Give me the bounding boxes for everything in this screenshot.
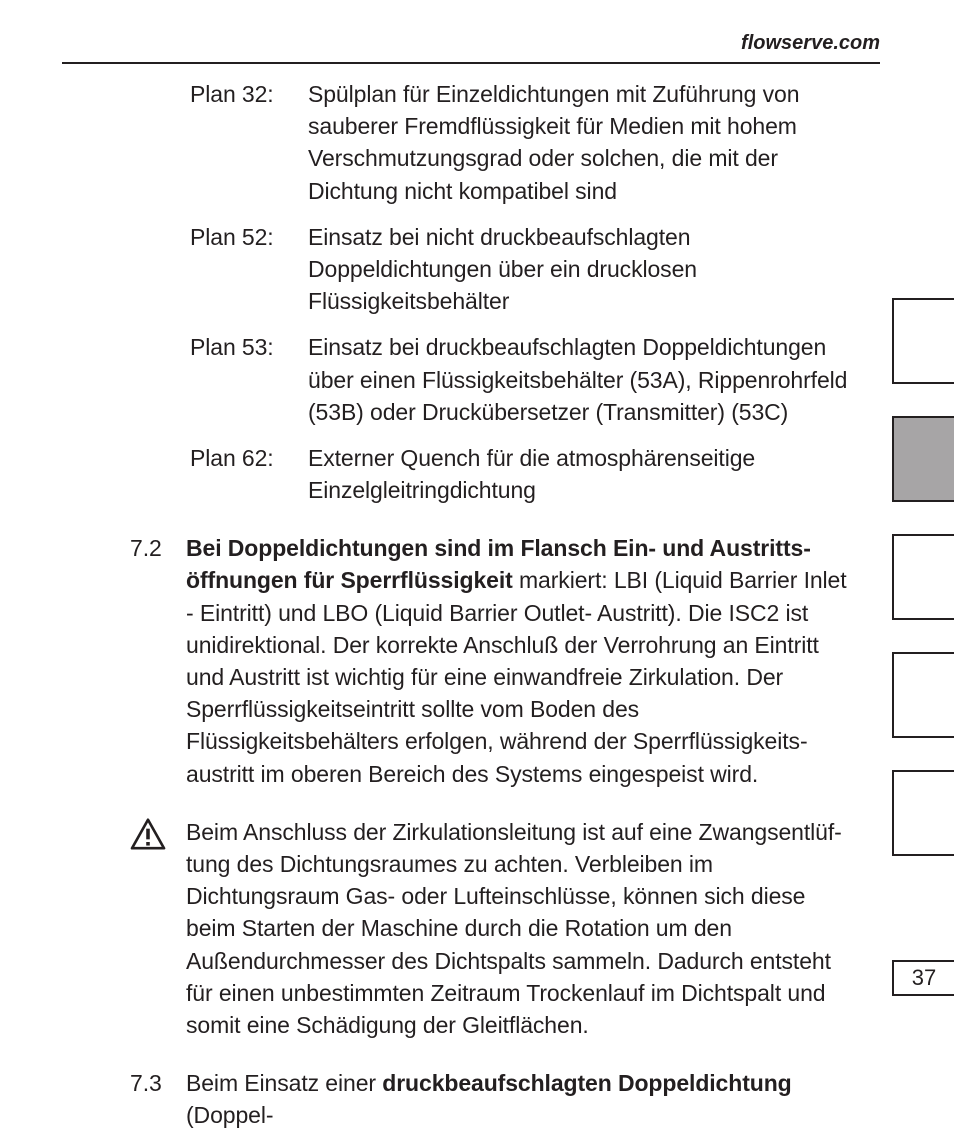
side-tab-1[interactable] xyxy=(892,298,954,384)
section-rest: markiert: LBI (Liquid Barrier Inlet - Ei… xyxy=(186,567,847,786)
plan-label: Plan 53: xyxy=(130,331,300,428)
plan-row-32: Plan 32: Spülplan für Einzeldichtungen m… xyxy=(130,78,850,207)
plan-label: Plan 62: xyxy=(130,442,300,506)
warning-block: Beim Anschluss der Zirkulationsleitung i… xyxy=(130,816,850,1041)
side-tab-3[interactable] xyxy=(892,534,954,620)
body-content: Plan 32: Spülplan für Einzeldichtungen m… xyxy=(130,78,850,1131)
plan-text: Einsatz bei nicht druckbeaufschlagten Do… xyxy=(300,221,850,318)
plan-text: Externer Quench für die atmosphärenseiti… xyxy=(300,442,850,506)
plan-label: Plan 52: xyxy=(130,221,300,318)
section-text: Bei Doppeldichtungen sind im Flansch Ein… xyxy=(186,532,850,790)
section-7-3: 7.3 Beim Einsatz einer druckbeaufschlagt… xyxy=(130,1067,850,1131)
header-site: flowserve.com xyxy=(741,32,880,55)
plan-row-62: Plan 62: Externer Quench für die atmosph… xyxy=(130,442,850,506)
section-number: 7.2 xyxy=(130,532,186,790)
plan-row-53: Plan 53: Einsatz bei druckbeaufschlagten… xyxy=(130,331,850,428)
plan-text: Spülplan für Einzeldichtungen mit Zuführ… xyxy=(300,78,850,207)
section-7-2: 7.2 Bei Doppeldichtungen sind im Flansch… xyxy=(130,532,850,790)
plan-text: Einsatz bei druckbeaufschlagten Doppeldi… xyxy=(300,331,850,428)
section-bold: druckbeaufschlagten Doppeldichtung xyxy=(382,1070,791,1096)
section-pre: Beim Einsatz einer xyxy=(186,1070,382,1096)
plan-label: Plan 32: xyxy=(130,78,300,207)
warning-text: Beim Anschluss der Zirkulationsleitung i… xyxy=(186,816,850,1041)
header-rule xyxy=(62,62,880,64)
side-tabs xyxy=(892,298,954,888)
section-text: Beim Einsatz einer druckbeaufschlagten D… xyxy=(186,1067,850,1131)
plan-row-52: Plan 52: Einsatz bei nicht druckbeaufsch… xyxy=(130,221,850,318)
warning-icon xyxy=(130,816,186,858)
section-post: (Doppel- xyxy=(186,1102,273,1128)
page-number: 37 xyxy=(892,960,954,996)
side-tab-2-active[interactable] xyxy=(892,416,954,502)
side-tab-5[interactable] xyxy=(892,770,954,856)
side-tab-4[interactable] xyxy=(892,652,954,738)
section-number: 7.3 xyxy=(130,1067,186,1131)
